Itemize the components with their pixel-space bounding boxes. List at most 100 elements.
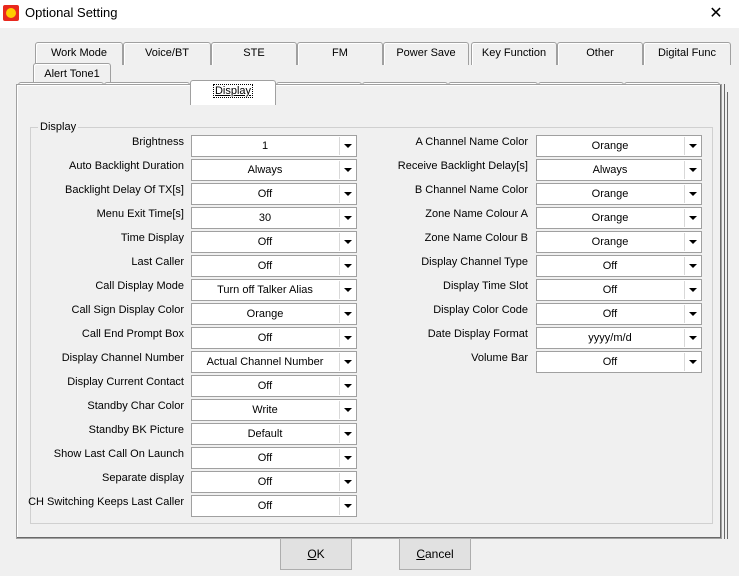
brightness-label: Brightness [132, 136, 184, 148]
call-end-prompt-box-label: Call End Prompt Box [81, 328, 184, 340]
ok-mnemonic: O [307, 547, 317, 561]
cancel-button[interactable]: Cancel [399, 538, 471, 570]
tab-label: Digital Func [657, 47, 717, 59]
separate-display-label: Separate display [102, 472, 184, 484]
auto-backlight-duration-select[interactable]: Always [191, 159, 357, 181]
display-channel-number-select[interactable]: Actual Channel Number [191, 351, 357, 373]
call-display-mode-value: Turn off Talker Alias [217, 284, 313, 296]
call-display-mode-select[interactable]: Turn off Talker Alias [191, 279, 357, 301]
call-end-prompt-box-select[interactable]: Off [191, 327, 357, 349]
ch-switching-keeps-last-caller-label: CH Switching Keeps Last Caller [28, 496, 184, 508]
receive-backlight-delay-s-select[interactable]: Always [536, 159, 702, 181]
volume-bar-value: Off [602, 356, 618, 368]
separate-display-value: Off [257, 476, 273, 488]
tab-voice-bt[interactable]: Voice/BT [123, 42, 211, 65]
menu-exit-time-s-select[interactable]: 30 [191, 207, 357, 229]
zone-name-colour-b-select[interactable]: Orange [536, 231, 702, 253]
chevron-down-icon[interactable] [684, 353, 700, 371]
chevron-down-icon[interactable] [684, 161, 700, 179]
tab-work-mode[interactable]: Work Mode [35, 42, 123, 65]
receive-backlight-delay-s-label: Receive Backlight Delay[s] [397, 160, 528, 172]
date-display-format-label: Date Display Format [427, 328, 528, 340]
tab-key-function[interactable]: Key Function [471, 42, 557, 65]
standby-char-color-select[interactable]: Write [191, 399, 357, 421]
chevron-down-icon[interactable] [339, 401, 355, 419]
zone-name-colour-a-select[interactable]: Orange [536, 207, 702, 229]
b-channel-name-color-select[interactable]: Orange [536, 183, 702, 205]
standby-bk-picture-select[interactable]: Default [191, 423, 357, 445]
display-channel-type-label: Display Channel Type [421, 256, 528, 268]
tab-label: Other [586, 47, 614, 59]
last-caller-select[interactable]: Off [191, 255, 357, 277]
menu-exit-time-s-value: 30 [258, 212, 272, 224]
chevron-down-icon[interactable] [339, 233, 355, 251]
display-channel-type-select[interactable]: Off [536, 255, 702, 277]
display-channel-number-value: Actual Channel Number [206, 356, 324, 368]
chevron-down-icon[interactable] [339, 305, 355, 323]
chevron-down-icon[interactable] [339, 377, 355, 395]
call-sign-display-color-select[interactable]: Orange [191, 303, 357, 325]
ok-button[interactable]: OK [280, 538, 352, 570]
chevron-down-icon[interactable] [684, 329, 700, 347]
display-current-contact-label: Display Current Contact [67, 376, 184, 388]
standby-bk-picture-value: Default [247, 428, 283, 440]
receive-backlight-delay-s-value: Always [592, 164, 628, 176]
call-end-prompt-box-value: Off [257, 332, 273, 344]
zone-name-colour-a-label: Zone Name Colour A [425, 208, 528, 220]
chevron-down-icon[interactable] [339, 161, 355, 179]
display-time-slot-label: Display Time Slot [443, 280, 528, 292]
volume-bar-select[interactable]: Off [536, 351, 702, 373]
chevron-down-icon[interactable] [339, 185, 355, 203]
title-bar: Optional Setting ✕ [0, 0, 739, 28]
tab-other[interactable]: Other [557, 42, 643, 65]
call-sign-display-color-label: Call Sign Display Color [71, 304, 185, 316]
chevron-down-icon[interactable] [339, 281, 355, 299]
tab-label: STE [243, 47, 265, 59]
brightness-select[interactable]: 1 [191, 135, 357, 157]
chevron-down-icon[interactable] [339, 329, 355, 347]
date-display-format-select[interactable]: yyyy/m/d [536, 327, 702, 349]
tab-digital-func[interactable]: Digital Func [643, 42, 731, 65]
chevron-down-icon[interactable] [339, 209, 355, 227]
display-color-code-select[interactable]: Off [536, 303, 702, 325]
tab-power-save[interactable]: Power Save [383, 42, 469, 65]
tab-panel-edge-2 [725, 92, 728, 539]
display-color-code-label: Display Color Code [433, 304, 528, 316]
chevron-down-icon[interactable] [339, 353, 355, 371]
display-channel-number-label: Display Channel Number [61, 352, 184, 364]
separate-display-select[interactable]: Off [191, 471, 357, 493]
chevron-down-icon[interactable] [684, 257, 700, 275]
chevron-down-icon[interactable] [339, 137, 355, 155]
auto-backlight-duration-value: Always [247, 164, 283, 176]
chevron-down-icon[interactable] [684, 305, 700, 323]
chevron-down-icon[interactable] [684, 209, 700, 227]
show-last-call-on-launch-select[interactable]: Off [191, 447, 357, 469]
a-channel-name-color-select[interactable]: Orange [536, 135, 702, 157]
chevron-down-icon[interactable] [684, 281, 700, 299]
chevron-down-icon[interactable] [339, 473, 355, 491]
menu-exit-time-s-label: Menu Exit Time[s] [96, 208, 184, 220]
tab-fm[interactable]: FM [297, 42, 383, 65]
chevron-down-icon[interactable] [339, 425, 355, 443]
close-button[interactable]: ✕ [693, 0, 739, 28]
display-current-contact-select[interactable]: Off [191, 375, 357, 397]
chevron-down-icon[interactable] [339, 449, 355, 467]
ch-switching-keeps-last-caller-select[interactable]: Off [191, 495, 357, 517]
time-display-select[interactable]: Off [191, 231, 357, 253]
brightness-value: 1 [261, 140, 269, 152]
a-channel-name-color-label: A Channel Name Color [415, 136, 528, 148]
chevron-down-icon[interactable] [684, 185, 700, 203]
display-time-slot-select[interactable]: Off [536, 279, 702, 301]
chevron-down-icon[interactable] [684, 233, 700, 251]
chevron-down-icon[interactable] [339, 497, 355, 515]
zone-name-colour-a-value: Orange [591, 212, 629, 224]
display-group-title: Display [38, 121, 79, 133]
display-time-slot-value: Off [602, 284, 618, 296]
backlight-delay-of-tx-s-select[interactable]: Off [191, 183, 357, 205]
cancel-mnemonic: C [416, 547, 425, 561]
chevron-down-icon[interactable] [339, 257, 355, 275]
call-display-mode-label: Call Display Mode [95, 280, 184, 292]
chevron-down-icon[interactable] [684, 137, 700, 155]
tab-ste[interactable]: STE [211, 42, 297, 65]
tab-display[interactable]: Display [190, 80, 276, 105]
